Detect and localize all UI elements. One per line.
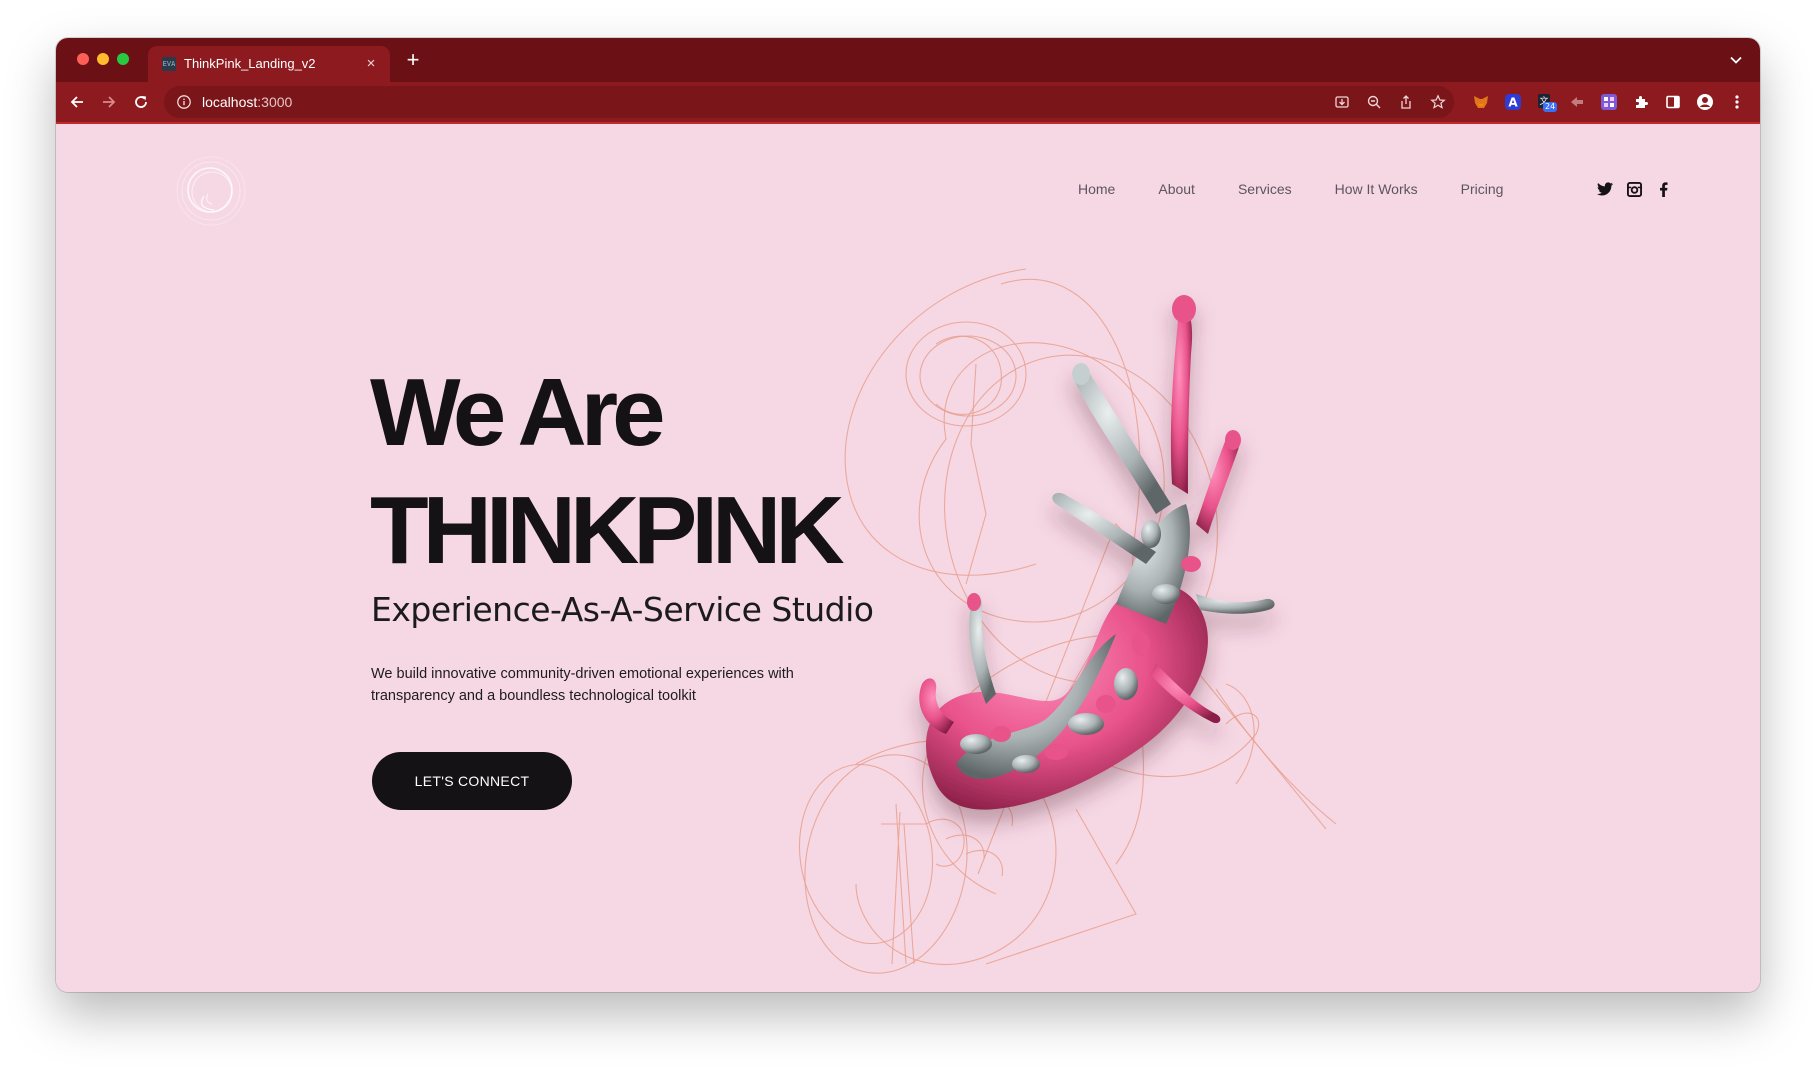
- star-icon: [1430, 94, 1446, 109]
- hero-title-line-1: We Are: [370, 359, 665, 466]
- logo-icon[interactable]: [174, 154, 248, 228]
- hero-description: We build innovative community-driven emo…: [371, 663, 841, 707]
- tab-title: ThinkPink_Landing_v2: [184, 56, 316, 71]
- extension-translate[interactable]: 文 24: [1535, 92, 1558, 112]
- facebook-icon: [1659, 181, 1668, 197]
- extension-a[interactable]: A: [1503, 92, 1523, 112]
- extension-grid[interactable]: [1599, 92, 1619, 112]
- lets-connect-button[interactable]: LET'S CONNECT: [372, 752, 572, 810]
- puzzle-icon: [1636, 96, 1648, 108]
- maximize-window-button[interactable]: [117, 53, 129, 65]
- zoom-button[interactable]: [1364, 92, 1384, 112]
- browser-window: EVA ThinkPink_Landing_v2 × + localhost:3…: [56, 38, 1760, 992]
- metamask-extension[interactable]: [1471, 92, 1491, 112]
- hero-subtitle: Experience-As-A-Service Studio: [371, 590, 874, 629]
- extension-arrow-icon: [1571, 97, 1583, 107]
- profile-icon: [1697, 94, 1713, 110]
- hero-title: We Are THINKPINK: [370, 354, 845, 590]
- tab-close-icon[interactable]: ×: [362, 55, 380, 73]
- url-host: localhost: [202, 94, 258, 110]
- instagram-link[interactable]: [1625, 180, 1643, 198]
- facebook-link[interactable]: [1654, 180, 1672, 198]
- back-button[interactable]: [65, 90, 89, 114]
- address-bar[interactable]: localhost:3000: [164, 86, 1454, 118]
- nav-link-how-it-works[interactable]: How It Works: [1335, 180, 1418, 198]
- nav-link-about[interactable]: About: [1158, 180, 1195, 198]
- forward-icon: [103, 96, 116, 108]
- chevron-down-icon: [1730, 56, 1742, 64]
- hero-description-line-2: transparency and a boundless technologic…: [371, 688, 696, 704]
- svg-text:A: A: [1508, 96, 1518, 110]
- new-tab-button[interactable]: +: [401, 48, 425, 72]
- info-icon[interactable]: [176, 94, 192, 110]
- tab-active[interactable]: EVA ThinkPink_Landing_v2 ×: [148, 46, 390, 82]
- menu-icon: [1735, 95, 1739, 109]
- forward-button[interactable]: [97, 90, 121, 114]
- extensions-button[interactable]: [1631, 92, 1651, 112]
- tab-favicon-icon: EVA: [162, 57, 176, 71]
- hero-description-line-1: We build innovative community-driven emo…: [371, 666, 794, 682]
- hero-illustration: [798, 268, 1337, 974]
- extension-a-icon: A: [1505, 94, 1521, 110]
- install-app-button[interactable]: [1332, 92, 1352, 112]
- nav-link-pricing[interactable]: Pricing: [1461, 180, 1504, 198]
- page-content: Home About Services How It Works Pricing: [56, 124, 1760, 992]
- extension-badge: 24: [1543, 102, 1558, 112]
- share-icon: [1401, 95, 1411, 109]
- sketch-lines: [798, 268, 1337, 974]
- main-nav: Home About Services How It Works Pricing: [1078, 180, 1546, 198]
- instagram-icon: [1626, 181, 1642, 197]
- twitter-icon: [1597, 182, 1613, 196]
- twitter-link[interactable]: [1596, 180, 1614, 198]
- minimize-window-button[interactable]: [97, 53, 109, 65]
- nav-link-services[interactable]: Services: [1238, 180, 1292, 198]
- url-text[interactable]: localhost:3000: [202, 94, 292, 110]
- zoom-icon: [1367, 95, 1381, 109]
- side-panel-button[interactable]: [1663, 92, 1683, 112]
- url-port: :3000: [257, 94, 293, 110]
- back-icon: [70, 96, 83, 108]
- install-icon: [1335, 96, 1349, 108]
- tab-search-button[interactable]: [1726, 50, 1746, 70]
- reload-button[interactable]: [129, 90, 153, 114]
- sidebar-icon: [1666, 95, 1680, 109]
- profile-button[interactable]: [1695, 92, 1715, 112]
- close-window-button[interactable]: [77, 53, 89, 65]
- extension-arrow[interactable]: [1567, 92, 1587, 112]
- metamask-icon: [1474, 96, 1488, 108]
- bookmark-button[interactable]: [1428, 92, 1448, 112]
- menu-button[interactable]: [1727, 92, 1747, 112]
- nav-link-home[interactable]: Home: [1078, 180, 1115, 198]
- extension-grid-icon: [1601, 94, 1617, 110]
- browser-toolbar: localhost:3000 A 文 24: [56, 82, 1760, 124]
- share-button[interactable]: [1396, 92, 1416, 112]
- reload-icon: [135, 96, 147, 108]
- hero-title-line-2: THINKPINK: [370, 477, 845, 584]
- tab-strip: EVA ThinkPink_Landing_v2 × +: [56, 38, 1760, 82]
- blob-sculpture: [919, 295, 1275, 810]
